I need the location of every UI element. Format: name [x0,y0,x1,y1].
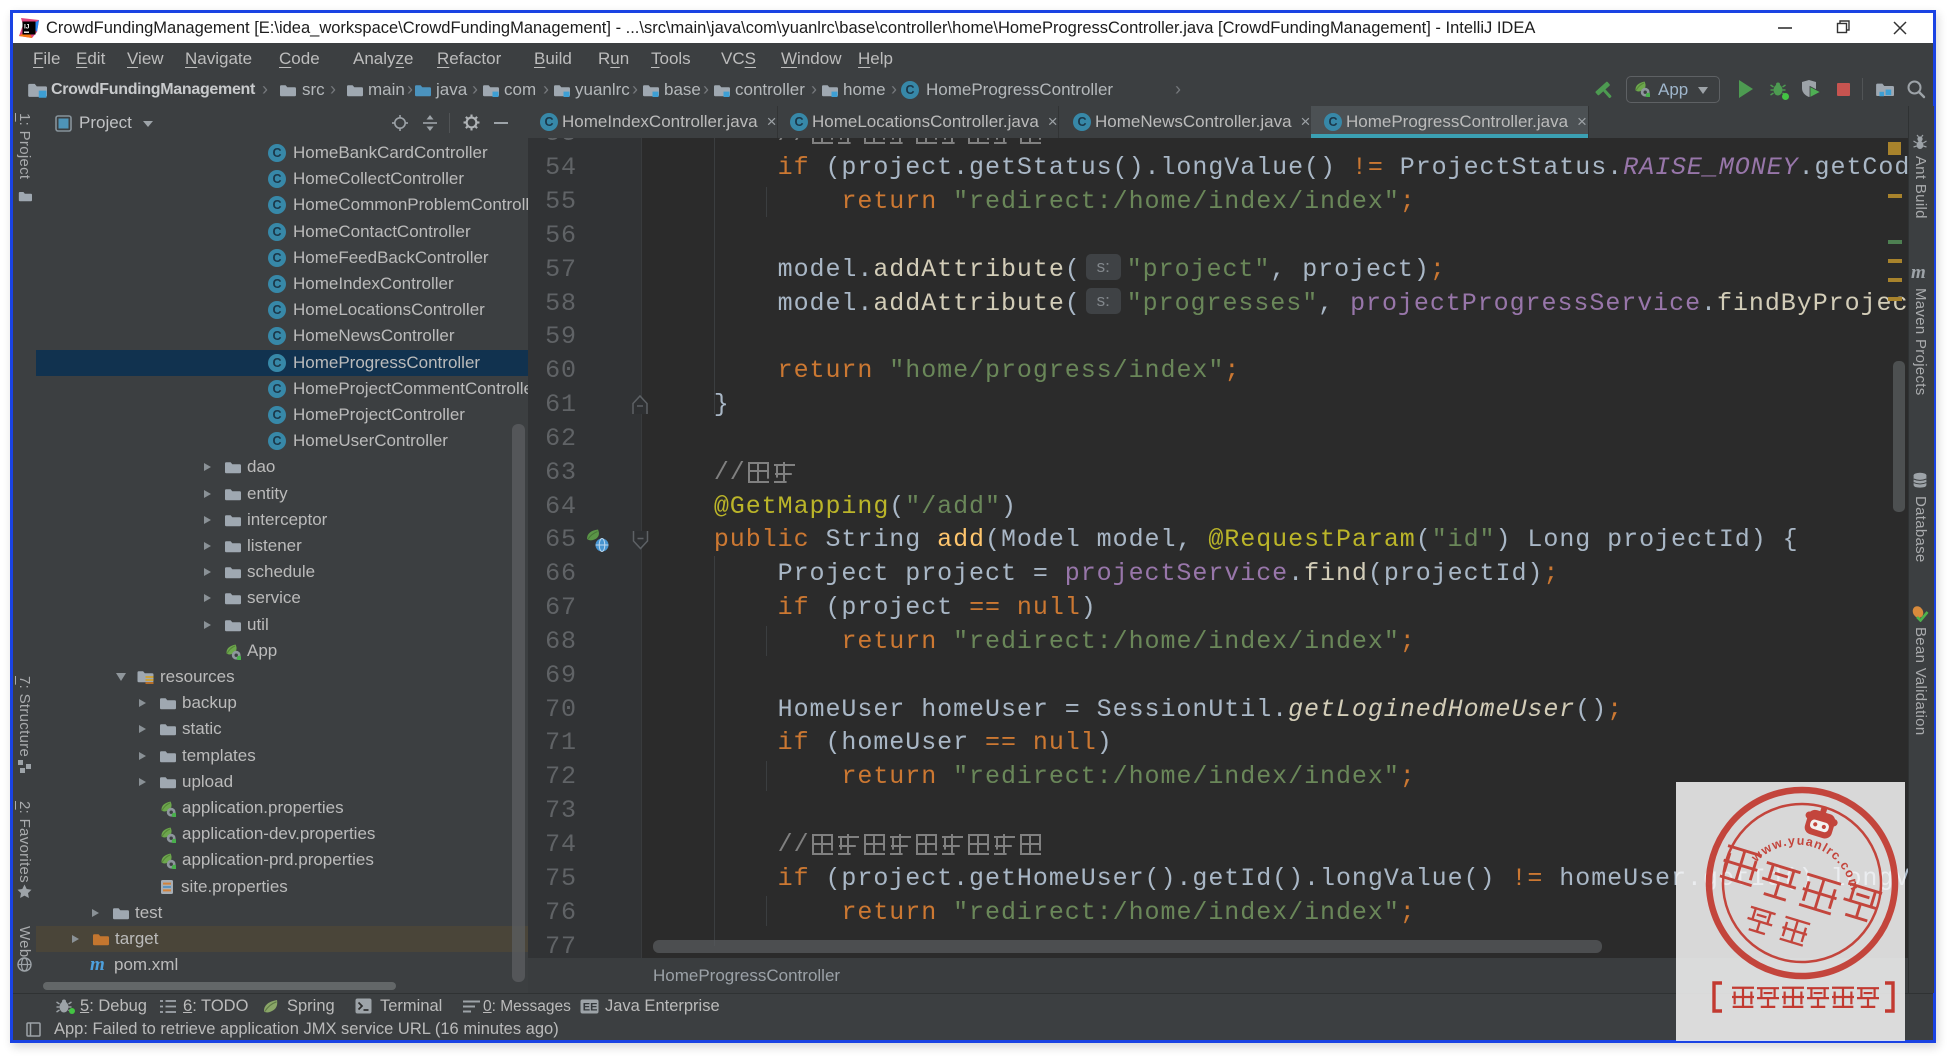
svg-text:IJ: IJ [24,24,30,31]
svg-text:EE: EE [583,1002,598,1014]
